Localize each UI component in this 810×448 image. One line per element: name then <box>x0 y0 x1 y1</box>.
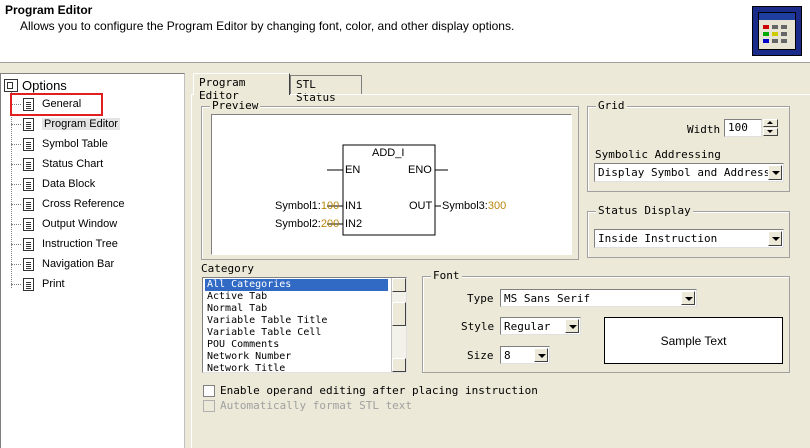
font-style-value: Regular <box>504 320 551 333</box>
symbol2-operand: Symbol2:200 <box>275 218 340 230</box>
tree-item-label: Print <box>42 278 65 290</box>
tab-stl-status[interactable]: STL Status <box>290 75 362 104</box>
tree-item-label: Output Window <box>42 218 118 230</box>
document-icon <box>23 137 34 151</box>
width-input[interactable]: 100 <box>724 119 762 137</box>
symbolic-addressing-value: Display Symbol and Address <box>598 166 771 179</box>
width-label: Width <box>687 123 721 136</box>
symbol3-operand: Symbol3:300 <box>442 200 507 212</box>
tree-item-print[interactable]: Print <box>11 274 65 294</box>
preview-canvas: ADD_I EN ENO IN1 IN2 OUT Symbol1:100 Sym… <box>211 114 572 255</box>
pin-in1-label: IN1 <box>345 200 363 212</box>
tree-item-navigation-bar[interactable]: Navigation Bar <box>11 254 114 274</box>
font-size-value: 8 <box>504 349 511 362</box>
pin-en-label: EN <box>345 164 361 176</box>
options-folder-icon <box>4 79 18 92</box>
document-icon <box>23 237 34 251</box>
tree-item-symbol-table[interactable]: Symbol Table <box>11 134 108 154</box>
chevron-down-icon[interactable] <box>534 348 548 362</box>
width-spin-up[interactable] <box>763 119 778 127</box>
width-spin-down[interactable] <box>763 128 778 136</box>
category-item[interactable]: All Categories <box>205 279 388 291</box>
program-editor-icon <box>752 6 802 56</box>
tree-item-status-chart[interactable]: Status Chart <box>11 154 103 174</box>
pin-in2-label: IN2 <box>345 218 363 230</box>
options-tree[interactable]: Options General Program Editor Symbol Ta… <box>0 73 185 448</box>
symbol1-operand: Symbol1:100 <box>275 200 340 212</box>
tree-item-data-block[interactable]: Data Block <box>11 174 95 194</box>
pin-eno-label: ENO <box>408 164 432 176</box>
page-description: Allows you to configure the Program Edit… <box>20 19 515 33</box>
category-item[interactable]: Network Number <box>205 351 388 363</box>
font-type-select[interactable]: MS Sans Serif <box>500 289 697 307</box>
tree-item-instruction-tree[interactable]: Instruction Tree <box>11 234 118 254</box>
symbolic-addressing-label: Symbolic Addressing <box>595 148 721 161</box>
highlight-annotation-box <box>10 93 103 116</box>
chevron-down-icon[interactable] <box>768 165 782 180</box>
grid-legend: Grid <box>596 99 627 112</box>
tree-item-label: Status Chart <box>42 158 104 170</box>
tree-item-program-editor[interactable]: Program Editor <box>11 114 120 134</box>
tree-item-label: Cross Reference <box>42 198 125 210</box>
tree-item-label: Symbol Table <box>42 138 108 150</box>
auto-format-label: Automatically format STL text <box>220 399 413 412</box>
chevron-down-icon[interactable] <box>768 231 782 246</box>
sample-text-preview: Sample Text <box>604 317 783 364</box>
category-item[interactable]: Variable Table Title <box>205 315 388 327</box>
enable-operand-checkbox[interactable] <box>203 385 215 397</box>
category-item[interactable]: Normal Tab <box>205 303 388 315</box>
category-item[interactable]: Variable Table Cell <box>205 327 388 339</box>
document-icon <box>23 277 34 291</box>
tree-root-label: Options <box>22 78 67 93</box>
symbolic-addressing-select[interactable]: Display Symbol and Address <box>594 163 784 182</box>
font-style-select[interactable]: Regular <box>500 317 581 335</box>
chevron-down-icon[interactable] <box>565 319 579 333</box>
tree-root-options[interactable]: Options <box>4 78 67 93</box>
category-scrollbar[interactable] <box>391 278 406 372</box>
chevron-down-icon[interactable] <box>681 291 695 305</box>
scroll-thumb[interactable] <box>392 302 406 326</box>
status-display-select[interactable]: Inside Instruction <box>594 229 784 248</box>
category-label: Category <box>201 262 254 275</box>
document-icon <box>23 217 34 231</box>
font-legend: Font <box>431 269 462 282</box>
tree-item-label: Instruction Tree <box>42 238 118 250</box>
tree-item-label: Data Block <box>42 178 96 190</box>
tree-item-label: Program Editor <box>42 118 120 130</box>
auto-format-checkbox[interactable] <box>203 400 215 412</box>
pin-out-label: OUT <box>409 200 433 212</box>
ladder-diagram <box>327 144 448 236</box>
category-item[interactable]: POU Comments <box>205 339 388 351</box>
block-title: ADD_I <box>372 147 405 159</box>
document-icon <box>23 257 34 271</box>
enable-operand-label: Enable operand editing after placing ins… <box>220 384 538 397</box>
status-display-value: Inside Instruction <box>598 232 718 245</box>
page-title: Program Editor <box>5 3 93 17</box>
tree-item-cross-reference[interactable]: Cross Reference <box>11 194 125 214</box>
document-icon <box>23 117 34 131</box>
scroll-up-button[interactable] <box>392 278 406 292</box>
font-type-value: MS Sans Serif <box>504 292 591 305</box>
category-list[interactable]: All Categories Active Tab Normal Tab Var… <box>202 277 407 373</box>
document-icon <box>23 177 34 191</box>
header-banner: Program Editor Allows you to configure t… <box>0 0 810 63</box>
tree-item-output-window[interactable]: Output Window <box>11 214 117 234</box>
scroll-down-button[interactable] <box>392 358 406 372</box>
tab-program-editor[interactable]: Program Editor <box>193 73 290 102</box>
font-style-label: Style <box>461 320 495 333</box>
font-size-select[interactable]: 8 <box>500 346 550 364</box>
tree-item-label: Navigation Bar <box>42 258 115 270</box>
font-size-label: Size <box>467 349 494 362</box>
category-item[interactable]: Active Tab <box>205 291 388 303</box>
status-display-legend: Status Display <box>596 204 693 217</box>
font-type-label: Type <box>467 292 494 305</box>
document-icon <box>23 197 34 211</box>
category-item[interactable]: Network Title <box>205 363 388 372</box>
document-icon <box>23 157 34 171</box>
